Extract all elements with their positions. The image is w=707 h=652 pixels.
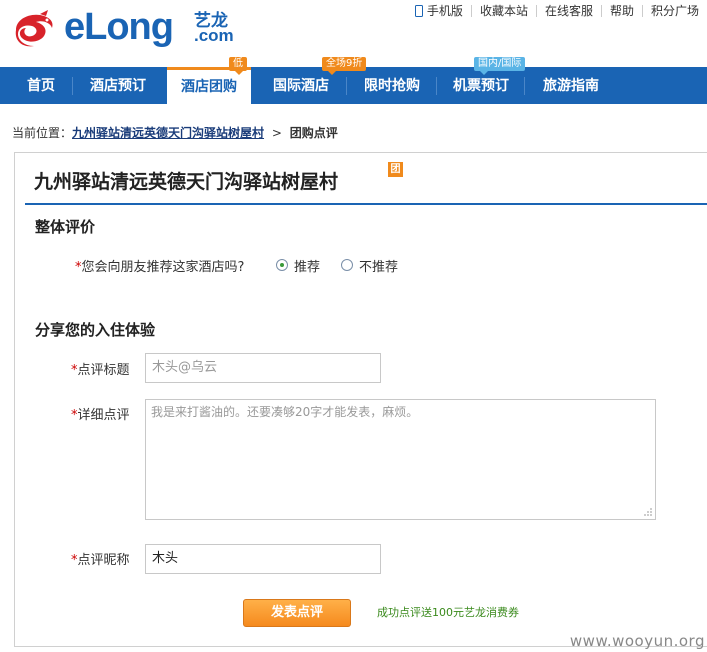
- nickname-input[interactable]: 木头: [145, 544, 381, 574]
- intl-discount-badge: 全场9折: [322, 57, 367, 75]
- not-recommend-label[interactable]: 不推荐: [359, 256, 398, 275]
- top-links: 手机版 收藏本站 在线客服 帮助 积分广场: [414, 2, 707, 20]
- watermark: www.wooyun.org: [569, 632, 705, 650]
- recommend-radio[interactable]: [276, 259, 288, 271]
- breadcrumb-current: 团购点评: [289, 126, 338, 140]
- review-form: 九州驿站清远英德天门沟驿站树屋村 团 整体评价 *您会向朋友推荐这家酒店吗? 推…: [14, 152, 707, 647]
- share-experience-title: 分享您的入住体验: [35, 321, 156, 339]
- help-link[interactable]: 帮助: [600, 5, 642, 17]
- promo-text: 成功点评送100元艺龙消费券: [377, 606, 519, 619]
- nav-travel-guide[interactable]: 旅游指南: [526, 67, 616, 104]
- dragon-logo-icon: [15, 10, 53, 47]
- points-link[interactable]: 积分广场: [641, 5, 707, 17]
- nickname-label: *点评昵称: [71, 553, 130, 568]
- overall-rating-title: 整体评价: [35, 218, 96, 236]
- hotel-name: 九州驿站清远英德天门沟驿站树屋村 团: [34, 162, 403, 194]
- breadcrumb: 当前位置：九州驿站清远英德天门沟驿站树屋村 > 团购点评: [12, 126, 338, 140]
- group-buy-tag: 团: [388, 162, 403, 177]
- site-header: eLong 艺龙 .com 手机版 收藏本站 在线客服 帮助 积分广场: [0, 0, 707, 65]
- submit-review-button[interactable]: 发表点评: [243, 599, 351, 627]
- phone-icon: [414, 5, 423, 17]
- resize-grip-icon[interactable]: [644, 508, 652, 516]
- recommend-question: *您会向朋友推荐这家酒店吗?: [75, 260, 245, 275]
- review-title-label: *点评标题: [71, 363, 130, 378]
- not-recommend-radio[interactable]: [341, 259, 353, 271]
- review-title-input[interactable]: 木头@乌云: [145, 353, 381, 383]
- main-nav: 首页 酒店预订 酒店团购 国际酒店 限时抢购 机票预订 旅游指南: [0, 67, 707, 104]
- group-buy-badge: 低: [229, 57, 247, 75]
- review-detail-label: *详细点评: [71, 408, 130, 423]
- nav-divider: [524, 77, 525, 95]
- review-detail-textarea[interactable]: 我是来打酱油的。还要凑够20字才能发表，麻烦。: [145, 399, 656, 520]
- flight-badge: 国内/国际: [474, 57, 526, 75]
- nav-divider: [72, 77, 73, 95]
- online-service-link[interactable]: 在线客服: [535, 5, 601, 17]
- elong-logo[interactable]: eLong 艺龙 .com: [10, 4, 240, 52]
- nav-home[interactable]: 首页: [10, 67, 72, 104]
- nav-divider: [436, 77, 437, 95]
- title-divider: [25, 203, 707, 205]
- breadcrumb-hotel-link[interactable]: 九州驿站清远英德天门沟驿站树屋村: [72, 126, 264, 140]
- recommend-label[interactable]: 推荐: [294, 256, 320, 275]
- logo-dotcom: .com: [194, 26, 234, 45]
- nav-divider: [346, 77, 347, 95]
- nav-flash-sale[interactable]: 限时抢购: [348, 67, 436, 104]
- bookmark-link[interactable]: 收藏本站: [470, 5, 536, 17]
- nav-hotel-booking[interactable]: 酒店预订: [74, 67, 162, 104]
- logo-wordmark: eLong: [64, 6, 174, 48]
- mobile-link[interactable]: 手机版: [414, 5, 471, 17]
